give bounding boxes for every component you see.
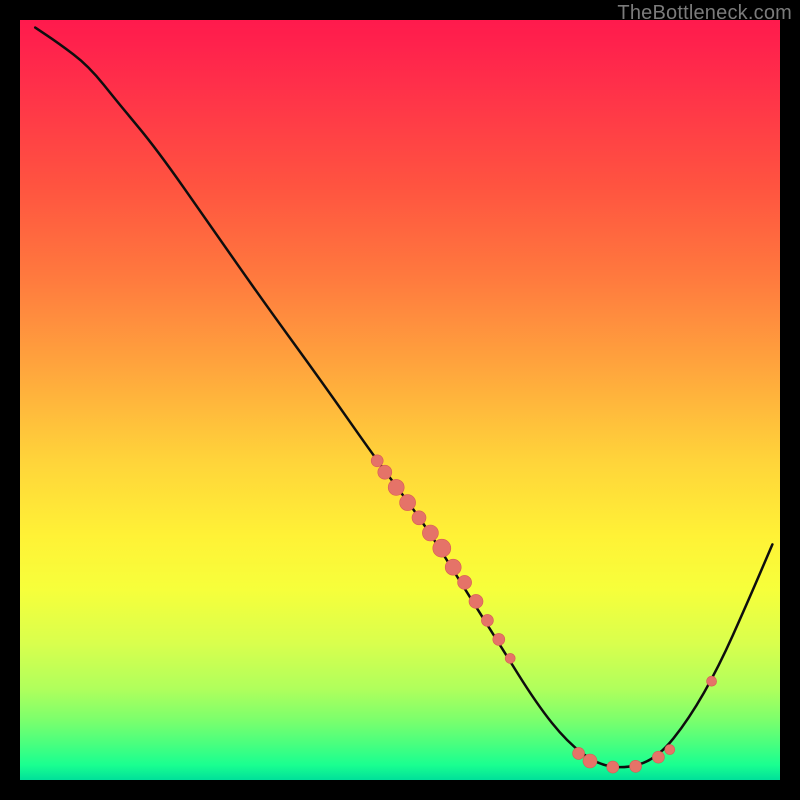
plot-area xyxy=(20,20,780,780)
data-point xyxy=(493,633,505,645)
data-point xyxy=(505,653,515,663)
data-point xyxy=(573,747,585,759)
data-point xyxy=(707,676,717,686)
data-point xyxy=(422,525,438,541)
data-point xyxy=(445,559,461,575)
data-point xyxy=(458,575,472,589)
data-point xyxy=(481,614,493,626)
data-point xyxy=(371,455,383,467)
data-point xyxy=(652,751,664,763)
chart-svg xyxy=(20,20,780,780)
chart-frame: TheBottleneck.com xyxy=(0,0,800,800)
data-points xyxy=(371,455,716,773)
bottleneck-curve xyxy=(35,28,772,768)
data-point xyxy=(388,479,404,495)
data-point xyxy=(469,594,483,608)
data-point xyxy=(607,761,619,773)
data-point xyxy=(630,760,642,772)
data-point xyxy=(583,754,597,768)
data-point xyxy=(665,745,675,755)
data-point xyxy=(378,465,392,479)
data-point xyxy=(400,495,416,511)
data-point xyxy=(433,539,451,557)
data-point xyxy=(412,511,426,525)
